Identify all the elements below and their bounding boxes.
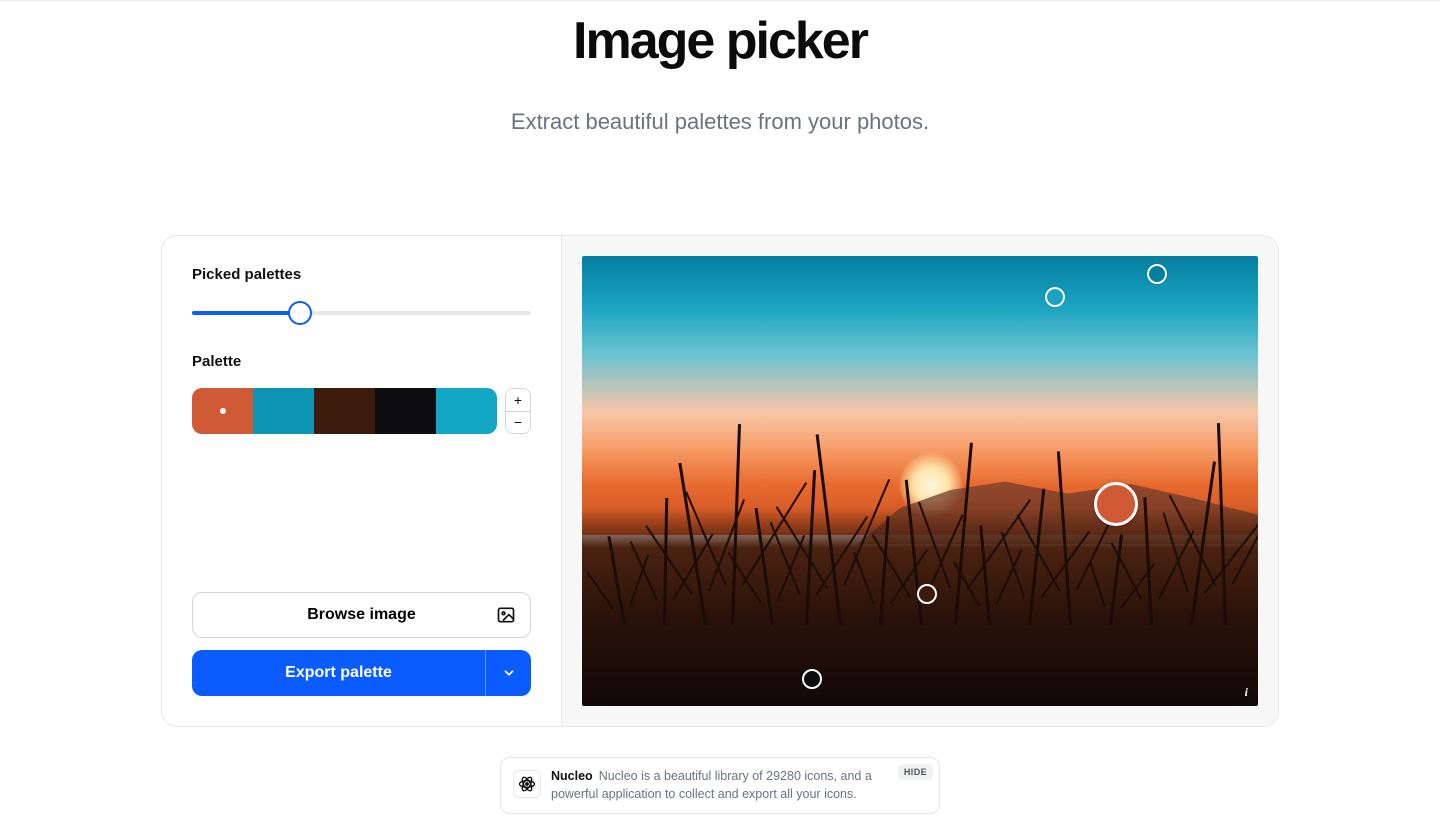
color-picker-dot[interactable] (1094, 482, 1138, 526)
image-info-button[interactable]: i (1245, 685, 1248, 700)
color-picker-dot[interactable] (802, 669, 822, 689)
palette-label: Palette (192, 353, 531, 370)
promo-name: Nucleo (551, 769, 593, 783)
promo-banner: NucleoNucleo is a beautiful library of 2… (500, 757, 940, 814)
slider-fill (192, 311, 300, 315)
atom-icon (513, 770, 541, 798)
picked-palettes-label: Picked palettes (192, 266, 531, 283)
controls-panel: Picked palettes Palette + − Browse image (162, 236, 562, 726)
palette-swatch[interactable] (314, 388, 375, 434)
browse-image-label: Browse image (307, 606, 415, 624)
palette-count-slider[interactable] (192, 301, 531, 325)
palette-row: + − (192, 388, 531, 434)
promo-body: Nucleo is a beautiful library of 29280 i… (551, 769, 872, 801)
palette-swatch[interactable] (375, 388, 436, 434)
color-picker-dot[interactable] (917, 584, 937, 604)
divider (0, 0, 1440, 1)
add-swatch-button[interactable]: + (506, 389, 530, 411)
swatch-stepper: + − (505, 388, 531, 434)
image-preview[interactable]: i (582, 256, 1258, 706)
hide-promo-button[interactable]: HIDE (898, 764, 933, 780)
main-card: Picked palettes Palette + − Browse image (161, 235, 1279, 727)
palette-swatch[interactable] (253, 388, 314, 434)
palette-swatch[interactable] (436, 388, 497, 434)
export-options-button[interactable] (485, 650, 531, 696)
image-icon (496, 605, 516, 625)
export-row: Export palette (192, 650, 531, 696)
palette-swatch[interactable] (192, 388, 253, 434)
export-palette-button[interactable]: Export palette (192, 650, 485, 696)
active-swatch-dot (220, 408, 226, 414)
browse-image-button[interactable]: Browse image (192, 592, 531, 638)
remove-swatch-button[interactable]: − (506, 411, 530, 434)
image-panel: i (562, 236, 1278, 726)
source-image (582, 256, 1258, 706)
page-subtitle: Extract beautiful palettes from your pho… (0, 109, 1440, 135)
slider-thumb[interactable] (288, 301, 312, 325)
promo-text: NucleoNucleo is a beautiful library of 2… (551, 768, 927, 803)
header: Image picker Extract beautiful palettes … (0, 11, 1440, 135)
color-picker-dot[interactable] (1045, 287, 1065, 307)
color-picker-dot[interactable] (1147, 264, 1167, 284)
page-title: Image picker (0, 11, 1440, 71)
chevron-down-icon (502, 666, 516, 680)
palette-swatches (192, 388, 497, 434)
